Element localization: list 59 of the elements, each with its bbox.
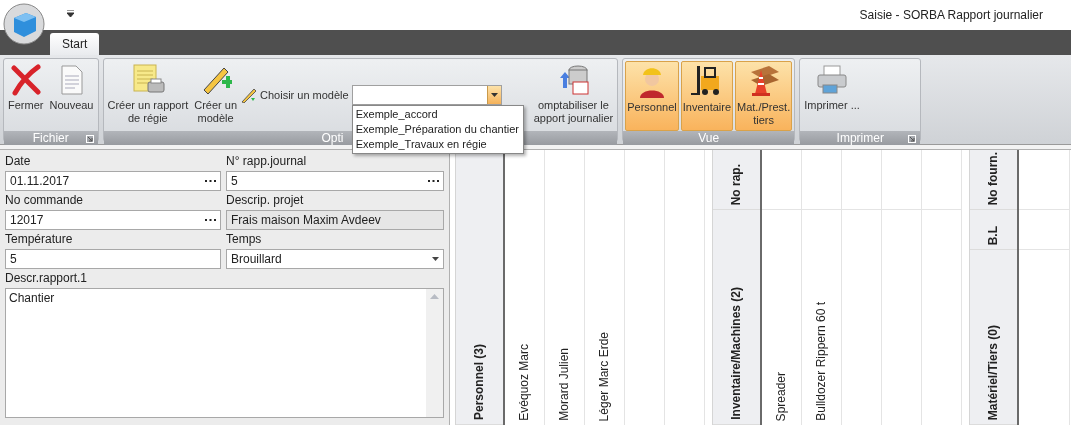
ribbon-button[interactable]: Imprimer ... xyxy=(802,61,862,131)
ellipsis-icon xyxy=(205,179,216,183)
quick-access-caret-icon[interactable] xyxy=(67,10,74,17)
field-label: No commande xyxy=(5,192,85,209)
ribbon-button[interactable]: Créer un modèle xyxy=(192,61,239,131)
header-text: B.L xyxy=(987,225,1000,245)
combo-label: Choisir un modèle xyxy=(260,89,349,101)
dropdown-button[interactable] xyxy=(486,86,501,104)
dropdown-option[interactable]: Exemple_Travaux en régie xyxy=(355,137,487,152)
printer-icon xyxy=(815,64,850,96)
column-name: Léger Marc Erde xyxy=(598,331,611,421)
column-name: Bulldozer Rippern 60 t xyxy=(815,302,828,421)
field-label: Descr.rapport.1 xyxy=(5,270,89,287)
cross-icon xyxy=(9,64,42,96)
view-toggle-button[interactable]: Inventaire xyxy=(680,61,734,131)
view-toggle-button[interactable]: Personnel xyxy=(625,61,679,131)
group-label: Imprimer xyxy=(836,131,884,145)
field-label: Température xyxy=(5,231,74,248)
ribbon-button[interactable]: Créer un rapport de régie xyxy=(105,61,191,131)
caret-icon xyxy=(432,257,439,261)
app-orb-icon[interactable] xyxy=(2,2,46,46)
input-field[interactable]: Brouillard xyxy=(226,249,444,269)
field-label: Date xyxy=(5,153,32,170)
group-label: Fichier xyxy=(32,131,69,145)
column-name: Spreader xyxy=(775,371,788,421)
dialog-launcher-icon[interactable] xyxy=(908,135,917,143)
ellipsis-icon xyxy=(428,179,439,183)
dropdown-option[interactable]: Exemple_accord xyxy=(355,107,438,122)
field-label: Temps xyxy=(226,231,263,248)
input-field[interactable]: Frais maison Maxim Avdeev xyxy=(226,210,444,230)
field-label: N° rapp.journal xyxy=(226,153,308,170)
header-text: No fourn. xyxy=(987,151,1000,205)
description-text-area[interactable]: Chantier xyxy=(5,288,444,418)
column-name: Morard Julien xyxy=(558,348,571,421)
ribbon-button[interactable]: Nouveau xyxy=(47,61,96,131)
header-text: Inventaire/Machines (2) xyxy=(730,287,743,420)
ribbon-button[interactable]: Fermer xyxy=(6,61,46,131)
field-label: Descrip. projet xyxy=(226,192,305,209)
group-label: Vue xyxy=(698,131,720,145)
scroll-up-icon xyxy=(430,294,439,299)
pencil-icon xyxy=(241,87,257,103)
scroll-bar[interactable] xyxy=(426,289,443,417)
ribbon-tab[interactable]: Start xyxy=(50,33,100,55)
column-name: Evéquoz Marc xyxy=(518,344,531,421)
view-toggle-button[interactable]: Mat./Prest. tiers xyxy=(735,61,793,131)
dialog-launcher-icon[interactable] xyxy=(85,135,94,143)
ribbon-button[interactable]: omptabiliser le apport journalier xyxy=(531,61,616,131)
header-text: Matériel/Tiers (0) xyxy=(987,324,1000,420)
ellipsis-icon xyxy=(205,218,216,222)
input-field[interactable]: 5 xyxy=(5,249,221,269)
header-text: Personnel (3) xyxy=(473,343,486,420)
header-text: No rap. xyxy=(730,163,743,205)
caret-icon xyxy=(490,93,498,97)
input-field[interactable]: 01.11.2017 xyxy=(5,171,221,191)
input-field[interactable]: 5 xyxy=(226,171,444,191)
group-label: Opti xyxy=(321,131,344,145)
window-title: Saisie - SORBA Rapport journalier xyxy=(859,8,1043,22)
dropdown-option[interactable]: Exemple_Préparation du chantier xyxy=(355,122,519,137)
input-field[interactable]: 12017 xyxy=(5,210,221,230)
